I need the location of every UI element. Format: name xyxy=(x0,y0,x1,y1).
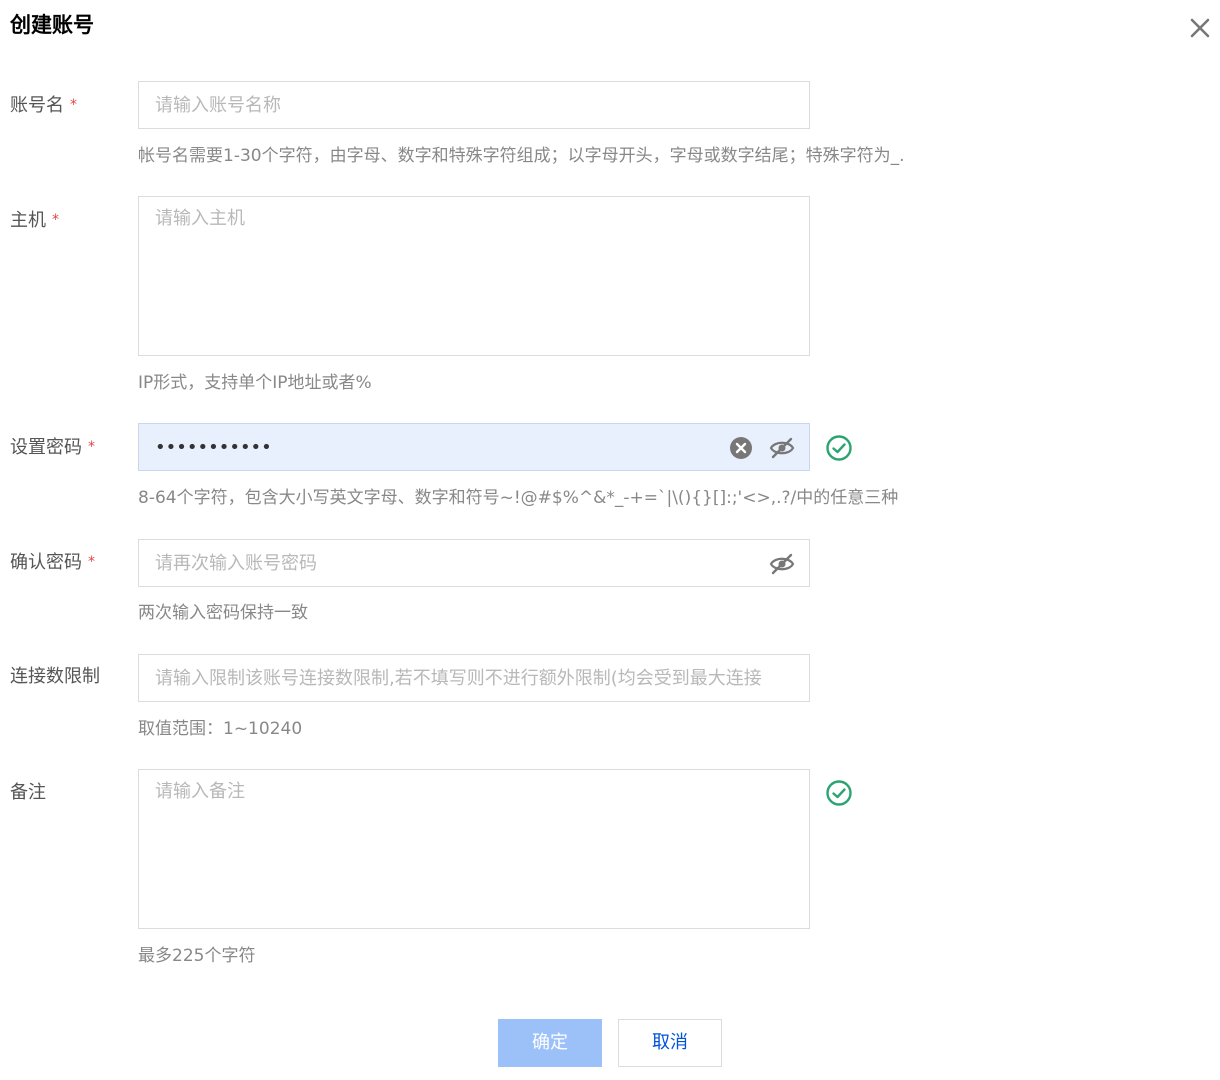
required-mark: * xyxy=(52,212,59,228)
account-name-label: 账号名 * xyxy=(10,95,77,116)
password-valid-icon xyxy=(824,433,854,463)
host-label: 主机 * xyxy=(10,210,59,231)
remark-valid-icon xyxy=(824,778,854,808)
toggle-confirm-visibility-button[interactable] xyxy=(769,551,795,577)
host-textarea[interactable] xyxy=(139,197,809,355)
remark-hint: 最多225个字符 xyxy=(138,946,256,966)
toggle-password-visibility-button[interactable] xyxy=(769,435,795,461)
connection-limit-field[interactable] xyxy=(138,654,810,702)
required-mark: * xyxy=(88,554,95,570)
password-label: 设置密码 * xyxy=(10,437,95,458)
connection-limit-hint: 取值范围：1~10240 xyxy=(138,719,303,739)
confirm-password-field[interactable] xyxy=(138,539,810,587)
host-field[interactable] xyxy=(138,196,810,356)
remark-label: 备注 xyxy=(10,782,46,803)
dialog-title: 创建账号 xyxy=(10,13,94,37)
account-name-field[interactable] xyxy=(138,81,810,129)
connection-limit-input[interactable] xyxy=(139,655,809,701)
close-icon xyxy=(1190,18,1210,38)
required-mark: * xyxy=(88,439,95,455)
account-name-hint: 帐号名需要1-30个字符，由字母、数字和特殊字符组成；以字母开头，字母或数字结尾… xyxy=(138,146,905,166)
connection-limit-label: 连接数限制 xyxy=(10,666,100,687)
clear-icon xyxy=(730,437,752,459)
confirm-password-input[interactable] xyxy=(139,540,809,586)
remark-field[interactable] xyxy=(138,769,810,929)
password-input[interactable] xyxy=(139,424,809,470)
required-mark: * xyxy=(70,97,77,113)
password-hint: 8-64个字符，包含大小写英文字母、数字和符号~!@#$%^&*_-+=`|\(… xyxy=(138,488,899,508)
account-name-input[interactable] xyxy=(139,82,809,128)
eye-off-icon xyxy=(769,553,795,575)
confirm-password-label: 确认密码 * xyxy=(10,552,95,573)
cancel-button[interactable]: 取消 xyxy=(618,1019,722,1067)
eye-off-icon xyxy=(769,437,795,459)
close-button[interactable] xyxy=(1186,14,1214,42)
ok-button[interactable]: 确定 xyxy=(498,1019,602,1067)
password-field[interactable] xyxy=(138,423,810,471)
host-hint: IP形式，支持单个IP地址或者% xyxy=(138,373,372,393)
confirm-password-hint: 两次输入密码保持一致 xyxy=(138,603,308,623)
check-circle-icon xyxy=(826,435,852,461)
check-circle-icon xyxy=(826,780,852,806)
remark-textarea[interactable] xyxy=(139,770,809,928)
clear-password-button[interactable] xyxy=(728,435,754,461)
